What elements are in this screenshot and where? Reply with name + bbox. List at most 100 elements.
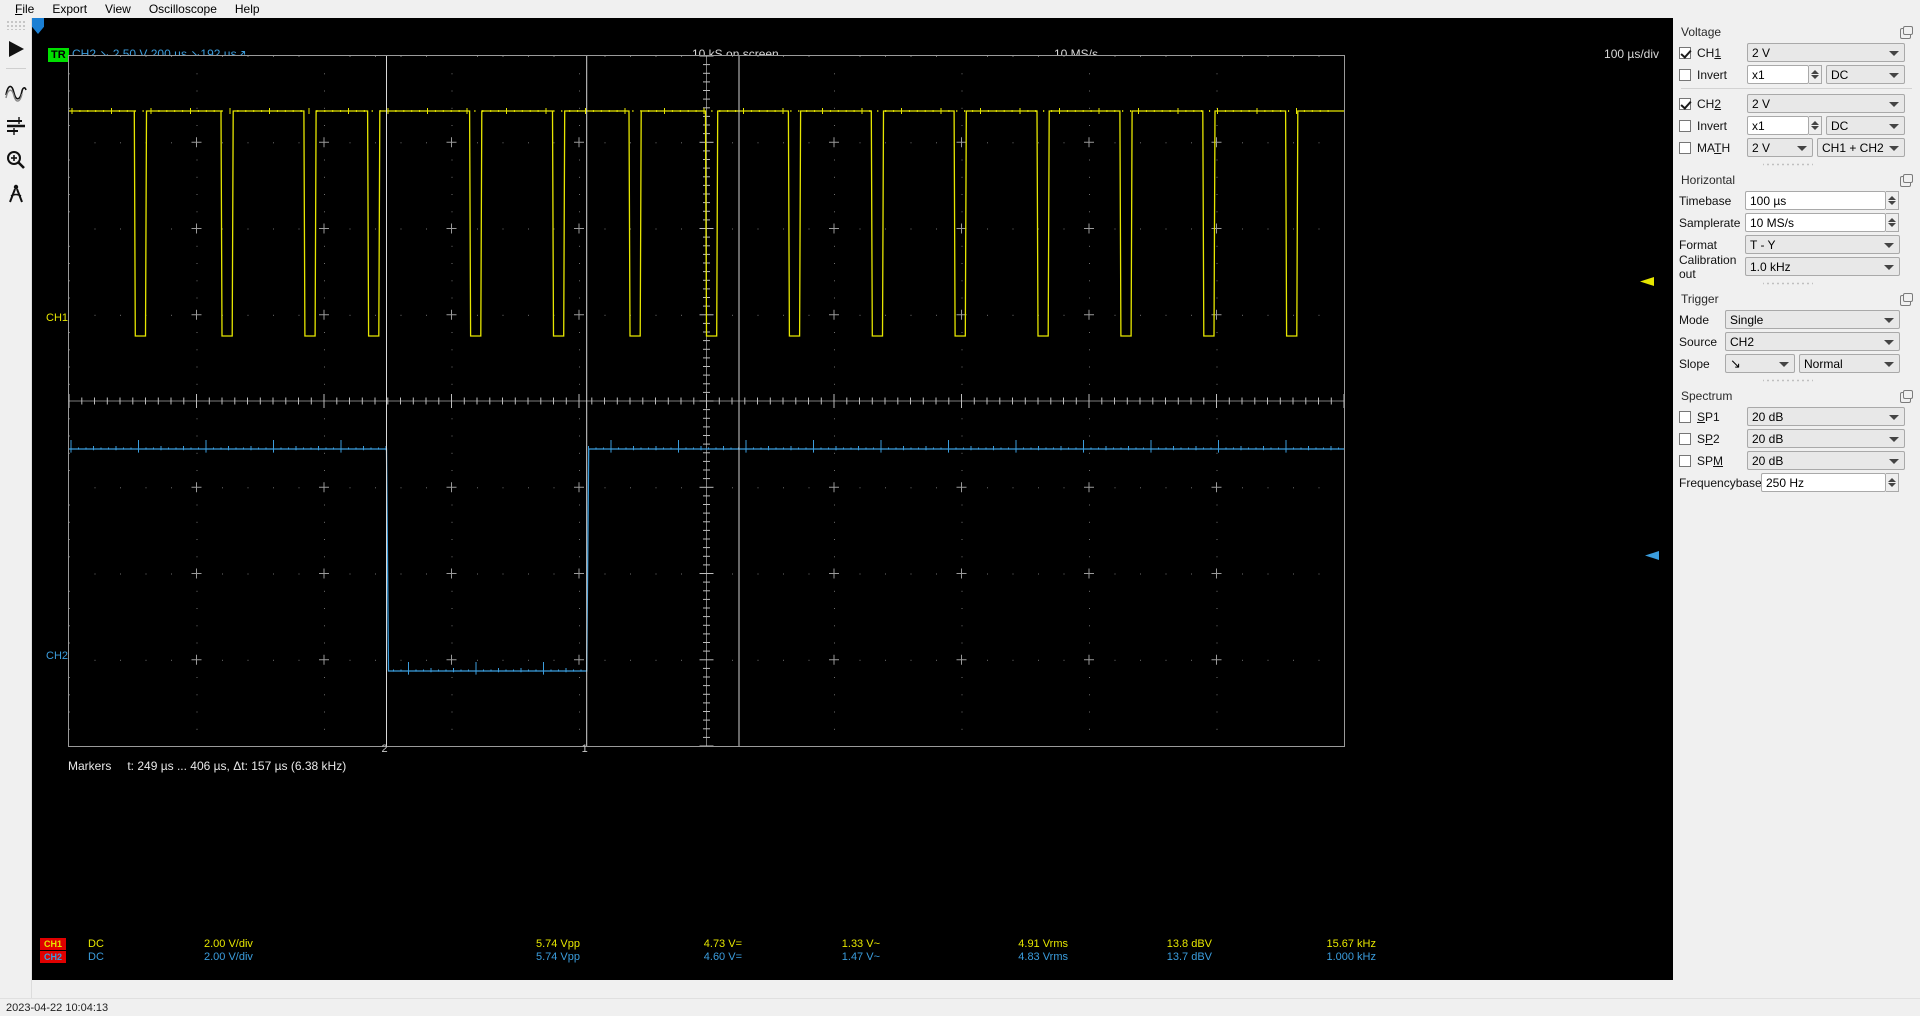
format-row: Format T - Y [1679, 235, 1914, 254]
spm-range-select[interactable]: 20 dB [1747, 451, 1905, 470]
markers-readout: Markers t: 249 µs ... 406 µs, Δt: 157 µs … [68, 759, 346, 773]
status-bar: 2023-04-22 10:04:13 [0, 998, 1920, 1016]
timebase-stepper[interactable] [1886, 191, 1899, 210]
ch2-trace-label[interactable]: CH2 [46, 650, 68, 662]
markers-values: t: 249 µs ... 406 µs, Δt: 157 µs (6.38 k… [127, 759, 347, 773]
trigger-slope-row: Slope ↘ Normal [1679, 354, 1914, 373]
menu-item-view[interactable]: View [96, 1, 140, 17]
ch1-range-select[interactable]: 2 V [1747, 43, 1905, 62]
marker-2-label[interactable]: 2 [381, 743, 387, 755]
scope-display[interactable]: TR CH2 ↘ 2.50 V 200 µs ↘192 µs↗ 10 kS on… [32, 18, 1673, 980]
ch2-gain-field[interactable]: x1 [1747, 116, 1809, 135]
sp1-range-value: 20 dB [1752, 409, 1784, 424]
math-operation-select[interactable]: CH1 + CH2 [1817, 138, 1905, 157]
ch2-invert-label: Invert [1697, 118, 1728, 133]
sp1-range-select[interactable]: 20 dB [1747, 407, 1905, 426]
measurement-table: CH1 CH2 DC 2.00 V/div 5.74 Vpp 4.73 V= 1… [32, 938, 1673, 972]
chevron-down-icon [1779, 362, 1789, 367]
menu-item-oscilloscope[interactable]: Oscilloscope [140, 1, 226, 17]
sp2-checkbox[interactable] [1679, 432, 1691, 445]
trigger-slope-select[interactable]: ↘ [1725, 354, 1795, 373]
spm-checkbox[interactable] [1679, 454, 1691, 467]
menu-item-help[interactable]: Help [226, 1, 269, 17]
ch2-range-value: 2 V [1752, 96, 1771, 111]
menu-item-file[interactable]: File [6, 1, 43, 17]
graticule[interactable] [68, 55, 1345, 747]
ch2-row: CH2 2 V [1679, 94, 1914, 113]
ch2-coupling-select[interactable]: DC [1826, 116, 1905, 135]
waveform-button[interactable] [1, 77, 31, 107]
frequencybase-row: Frequencybase 250 Hz [1679, 473, 1914, 492]
voltage-popout-icon[interactable] [1900, 26, 1913, 39]
ch1-offset-marker[interactable] [1640, 277, 1654, 286]
sp1-checkbox[interactable] [1679, 410, 1691, 423]
zoom-button[interactable] [1, 145, 31, 175]
ch1-gain-field[interactable]: x1 [1747, 65, 1809, 84]
ch1-label: CH1 [1697, 45, 1722, 60]
ch1-vdc-value: 4.73 V= [703, 938, 742, 950]
calibration-label: Calibration out [1679, 252, 1737, 281]
ch2-range-select[interactable]: 2 V [1747, 94, 1905, 113]
math-range-value: 2 V [1752, 140, 1771, 155]
math-range-select[interactable]: 2 V [1747, 138, 1813, 157]
ch2-offset-marker[interactable] [1645, 551, 1659, 560]
voltage-group: Voltage CH1 2 V Invert x1 DC CH2 2 V Inv… [1679, 22, 1914, 157]
menu-item-export[interactable]: Export [43, 1, 96, 17]
control-panel: Voltage CH1 2 V Invert x1 DC CH2 2 V Inv… [1673, 18, 1920, 998]
trigger-slope-mode-value: Normal [1804, 356, 1843, 371]
ch2-label: CH2 [1697, 96, 1722, 111]
ch2-coupling-value: DC [88, 951, 104, 963]
waveform-icon [4, 85, 27, 102]
ch1-invert-checkbox[interactable] [1679, 68, 1691, 81]
chevron-down-icon [1884, 318, 1894, 323]
marker-1-label[interactable]: 1 [582, 743, 588, 755]
levels-button[interactable] [1, 111, 31, 141]
trigger-slope-mode-select[interactable]: Normal [1799, 354, 1900, 373]
sp2-range-select[interactable]: 20 dB [1747, 429, 1905, 448]
ch1-vac-value: 1.33 V~ [841, 938, 880, 950]
ch2-gain-stepper[interactable] [1809, 116, 1822, 135]
trigger-source-value: CH2 [1730, 334, 1755, 349]
timebase-label: Timebase [1679, 193, 1732, 208]
ch1-trace-label[interactable]: CH1 [46, 312, 68, 324]
ch1-dbv-value: 13.8 dBV [1166, 938, 1212, 950]
toolbar-grip[interactable] [5, 20, 26, 30]
trigger-mode-row: Mode Single [1679, 310, 1914, 329]
horizontal-group: Horizontal Timebase 100 µs Samplerate 10… [1679, 170, 1914, 281]
frequencybase-field[interactable]: 250 Hz [1761, 473, 1886, 492]
ch2-checkbox[interactable] [1679, 97, 1691, 110]
chevron-down-icon [1889, 73, 1899, 78]
ch2-invert-checkbox[interactable] [1679, 119, 1691, 132]
horizontal-title: Horizontal [1681, 173, 1736, 187]
trigger-source-select[interactable]: CH2 [1725, 332, 1900, 351]
ch1-invert-label: Invert [1697, 67, 1728, 82]
chevron-down-icon [1889, 146, 1899, 151]
samplerate-row: Samplerate 10 MS/s [1679, 213, 1914, 232]
samplerate-stepper[interactable] [1886, 213, 1899, 232]
left-toolbar [0, 18, 32, 998]
calibration-select[interactable]: 1.0 kHz [1745, 257, 1900, 276]
measure-button[interactable] [1, 179, 31, 209]
ch1-gain-stepper[interactable] [1809, 65, 1822, 84]
trigger-position-marker[interactable] [32, 18, 44, 34]
menu-bar: File Export View Oscilloscope Help [0, 0, 1920, 18]
timebase-row: Timebase 100 µs [1679, 191, 1914, 210]
format-label: Format [1679, 237, 1718, 252]
spectrum-popout-icon[interactable] [1900, 390, 1913, 403]
levels-icon [6, 117, 25, 135]
format-select[interactable]: T - Y [1745, 235, 1900, 254]
samplerate-field[interactable]: 10 MS/s [1745, 213, 1886, 232]
timebase-field[interactable]: 100 µs [1745, 191, 1886, 210]
frequencybase-stepper[interactable] [1886, 473, 1899, 492]
trigger-mode-select[interactable]: Single [1725, 310, 1900, 329]
trigger-popout-icon[interactable] [1900, 293, 1913, 306]
math-operation-value: CH1 + CH2 [1822, 140, 1884, 155]
math-checkbox[interactable] [1679, 141, 1691, 154]
trigger-group: Trigger Mode Single Source CH2 Slope ↘ N… [1679, 289, 1914, 373]
run-button[interactable] [1, 34, 31, 64]
math-label: MATH [1697, 140, 1731, 155]
ch1-coupling-select[interactable]: DC [1826, 65, 1905, 84]
ch1-checkbox[interactable] [1679, 46, 1691, 59]
spm-range-value: 20 dB [1752, 453, 1784, 468]
horizontal-popout-icon[interactable] [1900, 174, 1913, 187]
